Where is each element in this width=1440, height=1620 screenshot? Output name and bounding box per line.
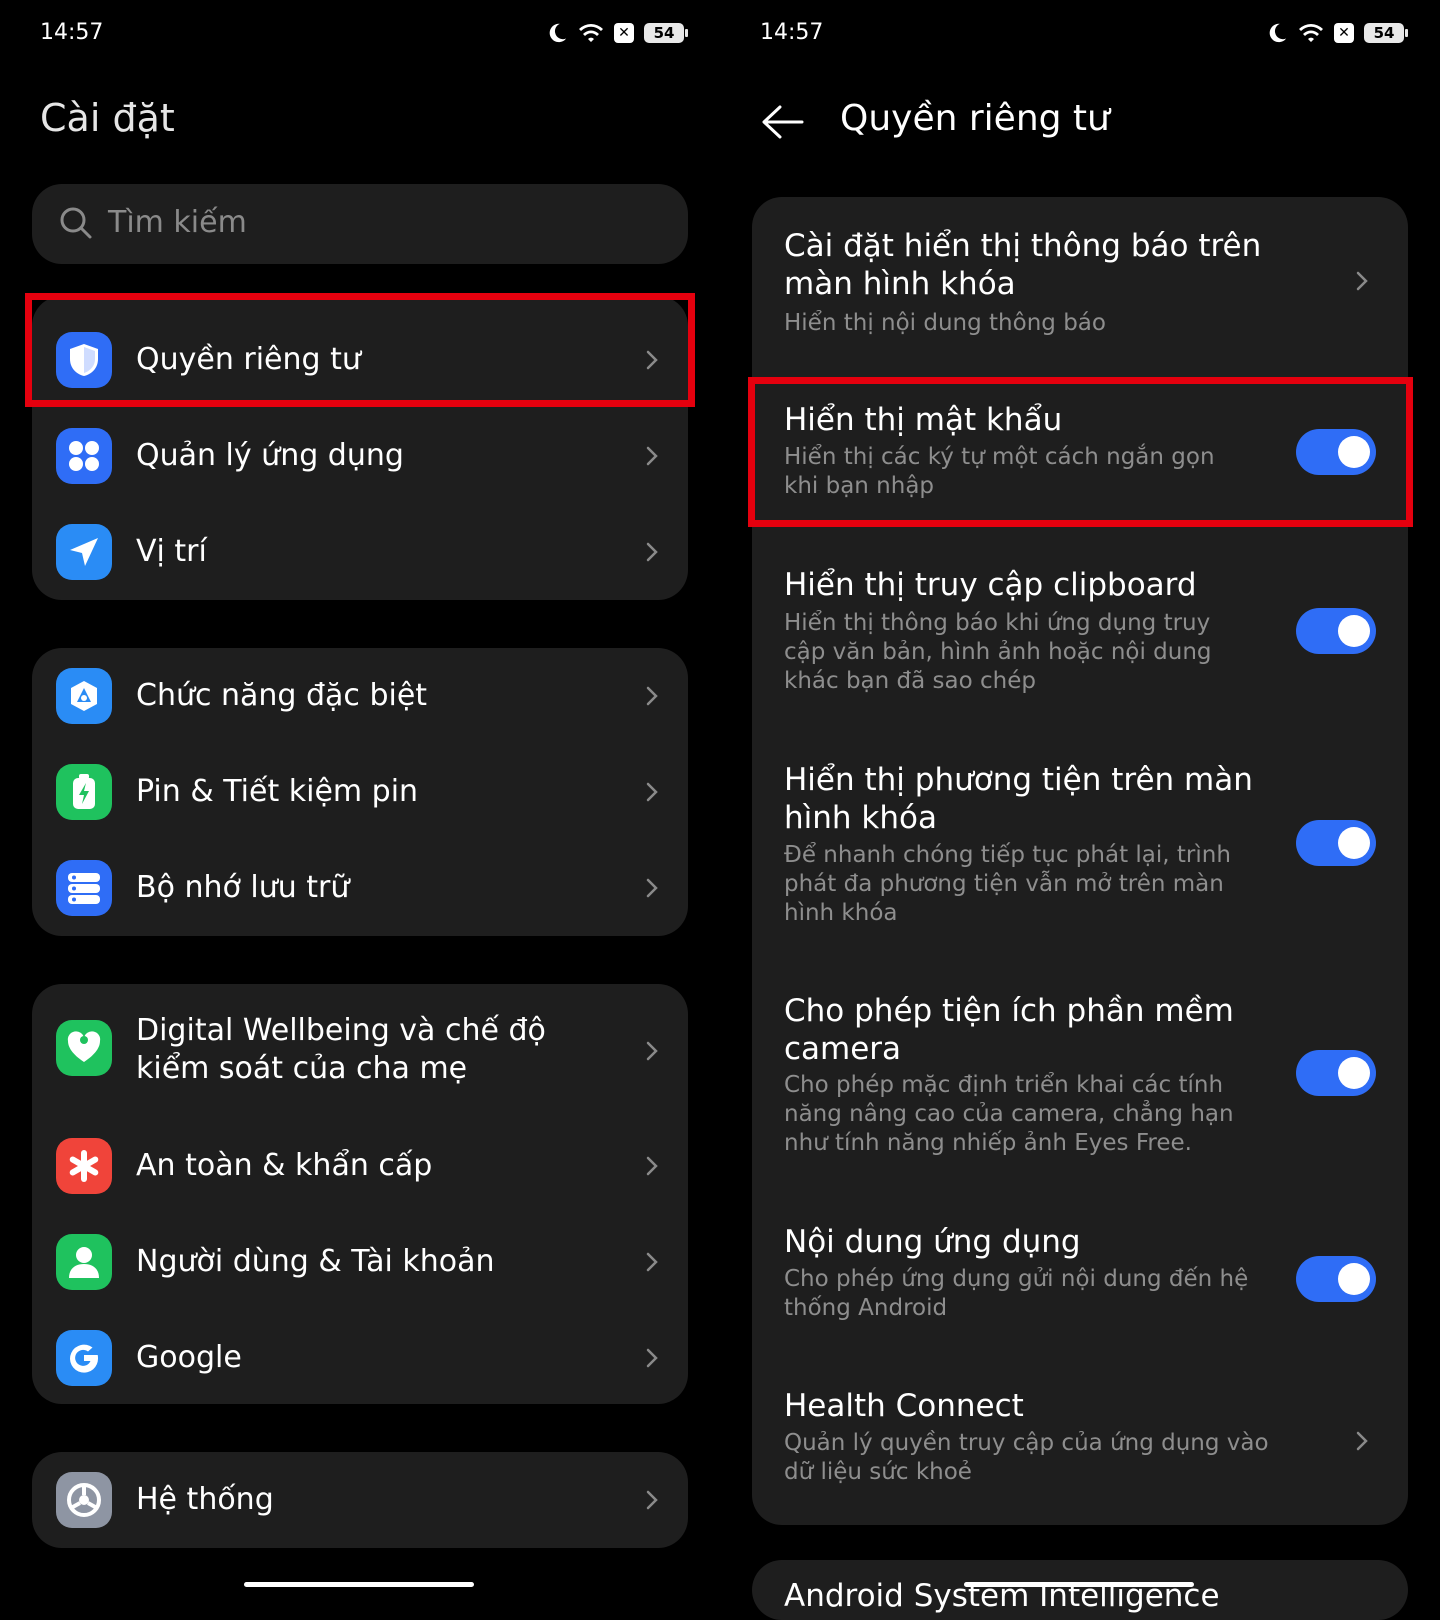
status-time: 14:57: [760, 20, 824, 45]
home-indicator[interactable]: [964, 1582, 1194, 1587]
settings-item-special-features[interactable]: Chức năng đặc biệt: [32, 648, 688, 744]
no-sim-icon: ✕: [614, 23, 634, 43]
settings-item-app-management[interactable]: Quản lý ứng dụng: [32, 408, 688, 504]
settings-item-label: Digital Wellbeing và chế độ kiểm soát củ…: [136, 1013, 546, 1086]
chevron-right-icon: [646, 542, 658, 562]
settings-item-label: Bộ nhớ lưu trữ: [136, 870, 350, 905]
settings-item-google[interactable]: Google: [32, 1310, 688, 1406]
lockscreen-media-setting[interactable]: Hiển thị phương tiện trên màn hình khóa …: [752, 757, 1408, 947]
app-content-setting[interactable]: Nội dung ứng dụng Cho phép ứng dụng gửi …: [752, 1217, 1408, 1357]
battery-level: 54: [653, 24, 675, 42]
chevron-right-icon: [646, 1156, 658, 1176]
battery-saver-icon: [56, 764, 112, 820]
setting-subtitle: Hiển thị thông báo khi ứng dụng truy cập…: [784, 610, 1212, 694]
toggle-knob: [1338, 615, 1370, 647]
back-arrow-icon[interactable]: [760, 104, 804, 140]
settings-item-location[interactable]: Vị trí: [32, 504, 688, 600]
chevron-right-icon: [646, 446, 658, 466]
special-features-icon: [56, 668, 112, 724]
settings-group-3: Digital Wellbeing và chế độ kiểm soát củ…: [32, 984, 688, 1404]
no-sim-icon: ✕: [1334, 23, 1354, 43]
highlight-box: [748, 377, 1413, 527]
settings-group-4: Hệ thống: [32, 1452, 688, 1548]
location-arrow-icon: [56, 524, 112, 580]
search-bar[interactable]: Tìm kiếm: [32, 184, 688, 264]
wellbeing-heart-icon: [56, 1020, 112, 1076]
setting-title: Hiển thị truy cập clipboard: [784, 567, 1197, 603]
settings-item-users-accounts[interactable]: Người dùng & Tài khoản: [32, 1214, 688, 1310]
status-bar: 14:57 ✕ 54: [760, 18, 1408, 50]
chevron-right-icon: [646, 878, 658, 898]
settings-item-label: Chức năng đặc biệt: [136, 678, 428, 713]
settings-group-2: Chức năng đặc biệt Pin & Tiết kiệm pin B…: [32, 648, 688, 936]
chevron-right-icon: [646, 686, 658, 706]
setting-subtitle: Cho phép mặc định triển khai các tính nă…: [784, 1072, 1234, 1156]
settings-panel: 14:57 ✕ 54 Cài đặt Tìm kiếm Quyền riêng …: [0, 0, 720, 1600]
emergency-asterisk-icon: [56, 1138, 112, 1194]
settings-item-label: Người dùng & Tài khoản: [136, 1244, 495, 1279]
setting-title: Cài đặt hiển thị thông báo trên màn hình…: [784, 228, 1262, 302]
battery-level: 54: [1373, 24, 1395, 42]
settings-item-label: Quản lý ứng dụng: [136, 438, 404, 473]
toggle-knob: [1338, 1057, 1370, 1089]
settings-item-battery[interactable]: Pin & Tiết kiệm pin: [32, 744, 688, 840]
setting-title: Cho phép tiện ích phần mềm camera: [784, 993, 1234, 1067]
moon-icon: [546, 22, 568, 44]
clipboard-access-toggle[interactable]: [1296, 608, 1376, 654]
status-bar: 14:57 ✕ 54: [40, 18, 688, 50]
settings-item-digital-wellbeing[interactable]: Digital Wellbeing và chế độ kiểm soát củ…: [32, 984, 688, 1118]
status-time: 14:57: [40, 20, 104, 45]
next-settings-group: Android System Intelligence: [752, 1560, 1408, 1620]
camera-extensions-toggle[interactable]: [1296, 1050, 1376, 1096]
chevron-right-icon: [646, 1348, 658, 1368]
search-placeholder: Tìm kiếm: [108, 205, 247, 240]
health-connect-setting[interactable]: Health Connect Quản lý quyền truy cập củ…: [752, 1377, 1408, 1525]
home-indicator[interactable]: [244, 1582, 474, 1587]
apps-grid-icon: [56, 428, 112, 484]
setting-subtitle: Quản lý quyền truy cập của ứng dụng vào …: [784, 1430, 1269, 1485]
chevron-right-icon: [646, 1041, 658, 1061]
setting-title: Nội dung ứng dụng: [784, 1224, 1081, 1260]
settings-item-label: Vị trí: [136, 534, 207, 569]
system-gear-icon: [56, 1472, 112, 1528]
app-content-toggle[interactable]: [1296, 1256, 1376, 1302]
toggle-knob: [1338, 827, 1370, 859]
battery-icon: 54: [644, 23, 688, 43]
lockscreen-notification-setting[interactable]: Cài đặt hiển thị thông báo trên màn hình…: [752, 197, 1408, 367]
chevron-right-icon: [646, 1490, 658, 1510]
settings-item-label: Hệ thống: [136, 1482, 274, 1517]
wifi-icon: [578, 22, 604, 44]
battery-icon: 54: [1364, 23, 1408, 43]
chevron-right-icon: [1356, 271, 1368, 291]
lockscreen-media-toggle[interactable]: [1296, 820, 1376, 866]
camera-extensions-setting[interactable]: Cho phép tiện ích phần mềm camera Cho ph…: [752, 987, 1408, 1177]
settings-item-system[interactable]: Hệ thống: [32, 1452, 688, 1548]
setting-subtitle: Hiển thị nội dung thông báo: [784, 310, 1106, 336]
clipboard-access-setting[interactable]: Hiển thị truy cập clipboard Hiển thị thô…: [752, 547, 1408, 727]
settings-item-label: An toàn & khẩn cấp: [136, 1148, 433, 1183]
setting-subtitle: Cho phép ứng dụng gửi nội dung đến hệ th…: [784, 1266, 1249, 1321]
moon-icon: [1266, 22, 1288, 44]
user-account-icon: [56, 1234, 112, 1290]
privacy-page-title: Quyền riêng tư: [840, 98, 1110, 139]
search-icon: [58, 205, 94, 245]
setting-title: Health Connect: [784, 1388, 1024, 1424]
page-title: Cài đặt: [40, 96, 175, 140]
settings-item-storage[interactable]: Bộ nhớ lưu trữ: [32, 840, 688, 936]
highlight-box: [25, 293, 695, 407]
settings-item-label: Google: [136, 1340, 242, 1375]
storage-icon: [56, 860, 112, 916]
setting-title: Hiển thị phương tiện trên màn hình khóa: [784, 762, 1253, 836]
toggle-knob: [1338, 1263, 1370, 1295]
settings-item-safety-emergency[interactable]: An toàn & khẩn cấp: [32, 1118, 688, 1214]
wifi-icon: [1298, 22, 1324, 44]
chevron-right-icon: [646, 782, 658, 802]
settings-item-label: Pin & Tiết kiệm pin: [136, 774, 419, 809]
chevron-right-icon: [646, 1252, 658, 1272]
google-g-icon: [56, 1330, 112, 1386]
chevron-right-icon: [1356, 1431, 1368, 1451]
setting-subtitle: Để nhanh chóng tiếp tục phát lại, trình …: [784, 842, 1231, 926]
